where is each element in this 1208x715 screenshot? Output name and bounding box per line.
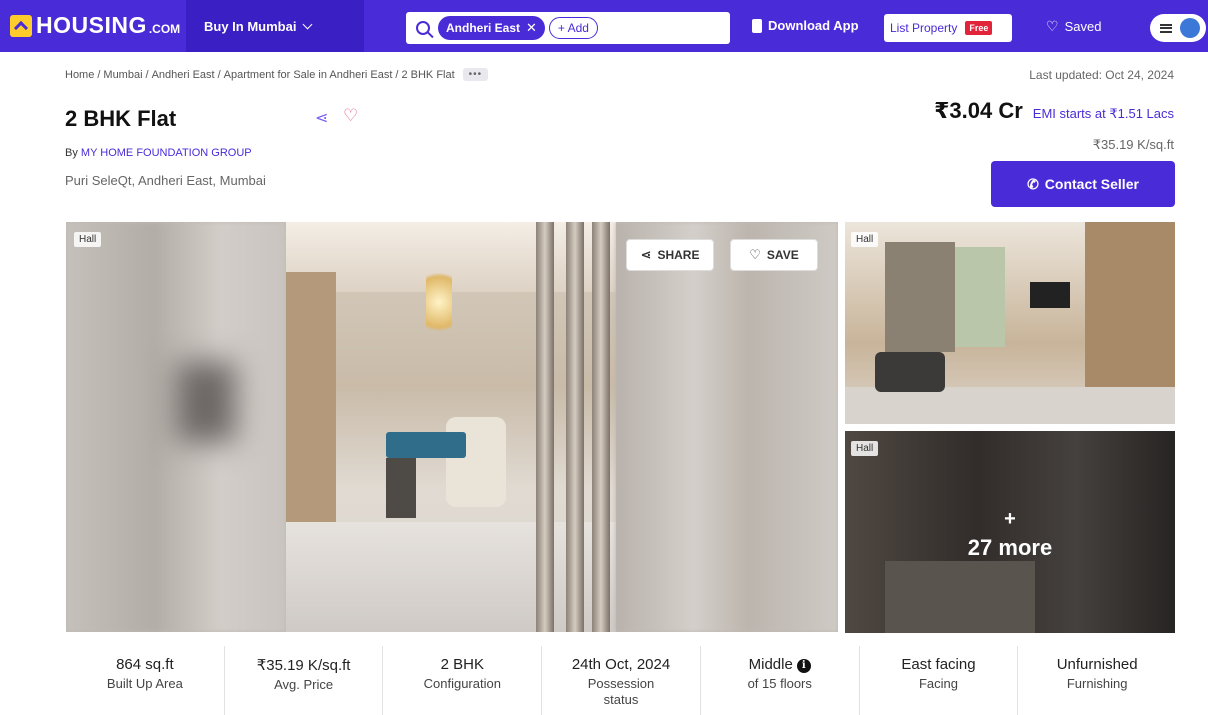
stat-label: Built Up Area: [106, 676, 183, 691]
stat-configuration: 2 BHK Configuration: [383, 646, 543, 715]
more-photos-link[interactable]: 27 more: [845, 535, 1175, 561]
save-label: SAVE: [766, 248, 799, 262]
breadcrumb-city[interactable]: Mumbai: [103, 69, 142, 81]
share-icon[interactable]: ⋖: [315, 108, 328, 128]
buy-in-city-dropdown[interactable]: Buy In Mumbai: [186, 0, 364, 52]
list-property-label: List Property: [890, 21, 958, 35]
breadcrumb-locality[interactable]: Andheri East: [152, 69, 215, 81]
more-photos-plus-icon: +: [1004, 508, 1016, 530]
chevron-down-icon: [303, 19, 313, 29]
stat-label: Configuration: [423, 676, 501, 691]
account-menu-button[interactable]: [1150, 14, 1206, 42]
logo-icon: [10, 14, 32, 37]
logo-text: HOUSING: [36, 12, 147, 38]
stat-value: 2 BHK: [440, 656, 484, 673]
stat-value: Unfurnished: [1056, 656, 1138, 673]
photo-tag: Hall: [851, 232, 879, 247]
close-icon[interactable]: ✕: [526, 20, 537, 36]
blurred-photo-right: [616, 222, 838, 632]
stat-label: Facing: [918, 676, 958, 691]
logo-suffix: .COM: [148, 21, 181, 36]
side-photo-bottom[interactable]: Hall: [845, 431, 1175, 633]
stat-possession: 24th Oct, 2024 Possession status: [542, 646, 701, 715]
breadcrumb-current: 2 BHK Flat: [401, 68, 455, 81]
stat-label: Possession status: [587, 676, 655, 707]
saved-label: Saved: [1064, 19, 1102, 34]
emi-link[interactable]: EMI starts at ₹1.51 Lacs: [1033, 106, 1174, 122]
stat-label: of 15 floors: [747, 676, 812, 691]
list-property-button[interactable]: List Property Free: [884, 14, 1012, 42]
free-badge: Free: [965, 21, 993, 35]
breadcrumb-category[interactable]: Apartment for Sale in Andheri East: [224, 69, 393, 81]
builder-line: By MY HOME FOUNDATION GROUP: [65, 147, 252, 159]
info-icon[interactable]: i: [796, 659, 811, 673]
page-title: 2 BHK Flat: [65, 106, 177, 131]
share-icon: ⋖: [640, 247, 652, 262]
save-button[interactable]: ♡ SAVE: [730, 239, 818, 271]
locality-chip[interactable]: Andheri East ✕: [438, 16, 545, 40]
builder-link[interactable]: MY HOME FOUNDATION GROUP: [81, 147, 252, 159]
side-photo-top[interactable]: Hall: [845, 222, 1175, 424]
phone-device-icon: [752, 18, 762, 33]
contact-seller-label: Contact Seller: [1044, 176, 1139, 192]
heart-icon: ♡: [749, 247, 761, 262]
housing-logo[interactable]: HOUSING .COM: [10, 12, 180, 39]
download-app-link[interactable]: Download App: [752, 18, 859, 33]
locality-text: Puri SeleQt, Andheri East, Mumbai: [65, 173, 266, 188]
stat-facing: East facing Facing: [860, 646, 1019, 715]
stat-value-row: Middle i: [701, 656, 859, 673]
share-button[interactable]: ⋖ SHARE: [626, 239, 714, 271]
avatar: [1180, 18, 1200, 38]
price-value: ₹3.04 Cr: [934, 98, 1023, 123]
phone-icon: ✆: [1027, 175, 1039, 192]
builder-prefix: By: [65, 147, 81, 159]
stat-label: Avg. Price: [274, 677, 334, 692]
search-icon: [416, 21, 430, 35]
blurred-photo-left: [66, 222, 286, 632]
photo-tag: Hall: [74, 232, 102, 247]
stat-furnishing: Unfurnished Furnishing: [1018, 646, 1176, 715]
stat-value: 24th Oct, 2024: [571, 656, 671, 673]
top-nav-bar: HOUSING .COM Buy In Mumbai Andheri East …: [0, 0, 1208, 52]
stat-label: Furnishing: [1066, 676, 1128, 691]
breadcrumb: Home / Mumbai / Andheri East / Apartment fo…: [65, 68, 489, 81]
heart-icon[interactable]: ♡: [343, 106, 358, 126]
last-updated-text: Last updated: Oct 24, 2024: [1029, 68, 1174, 82]
hamburger-menu-icon: [1160, 23, 1172, 33]
price-per-sqft: ₹35.19 K/sq.ft: [1092, 137, 1174, 152]
breadcrumb-home[interactable]: Home: [65, 69, 94, 81]
main-photo[interactable]: Hall ⋖ SHARE ♡ SAVE: [66, 222, 838, 632]
download-app-label: Download App: [768, 18, 859, 33]
stat-value: Middle: [748, 656, 793, 673]
buy-in-label: Buy In Mumbai: [204, 18, 297, 34]
stat-avg-price: ₹35.19 K/sq.ft Avg. Price: [225, 646, 384, 715]
locality-chip-label: Andheri East: [446, 21, 521, 35]
search-bar[interactable]: Andheri East ✕ + Add: [406, 12, 730, 44]
heart-icon: ♡: [1046, 18, 1059, 34]
property-stats: 864 sq.ft Built Up Area ₹35.19 K/sq.ft A…: [66, 646, 1176, 715]
add-locality-button[interactable]: + Add: [548, 17, 598, 39]
stat-built-up-area: 864 sq.ft Built Up Area: [66, 646, 225, 715]
price-row: ₹3.04 Cr EMI starts at ₹1.51 Lacs: [934, 98, 1174, 124]
photo-tag: Hall: [851, 441, 879, 456]
contact-seller-button[interactable]: ✆ Contact Seller: [991, 161, 1175, 207]
stat-value: 864 sq.ft: [116, 656, 174, 673]
hall-photo: [286, 222, 616, 632]
stat-value: ₹35.19 K/sq.ft: [256, 657, 351, 674]
stat-floor: Middle i of 15 floors: [701, 646, 860, 715]
share-label: SHARE: [657, 248, 700, 262]
stat-value: East facing: [901, 656, 976, 673]
breadcrumb-more-button[interactable]: •••: [462, 68, 489, 81]
saved-link[interactable]: ♡ Saved: [1046, 18, 1101, 35]
